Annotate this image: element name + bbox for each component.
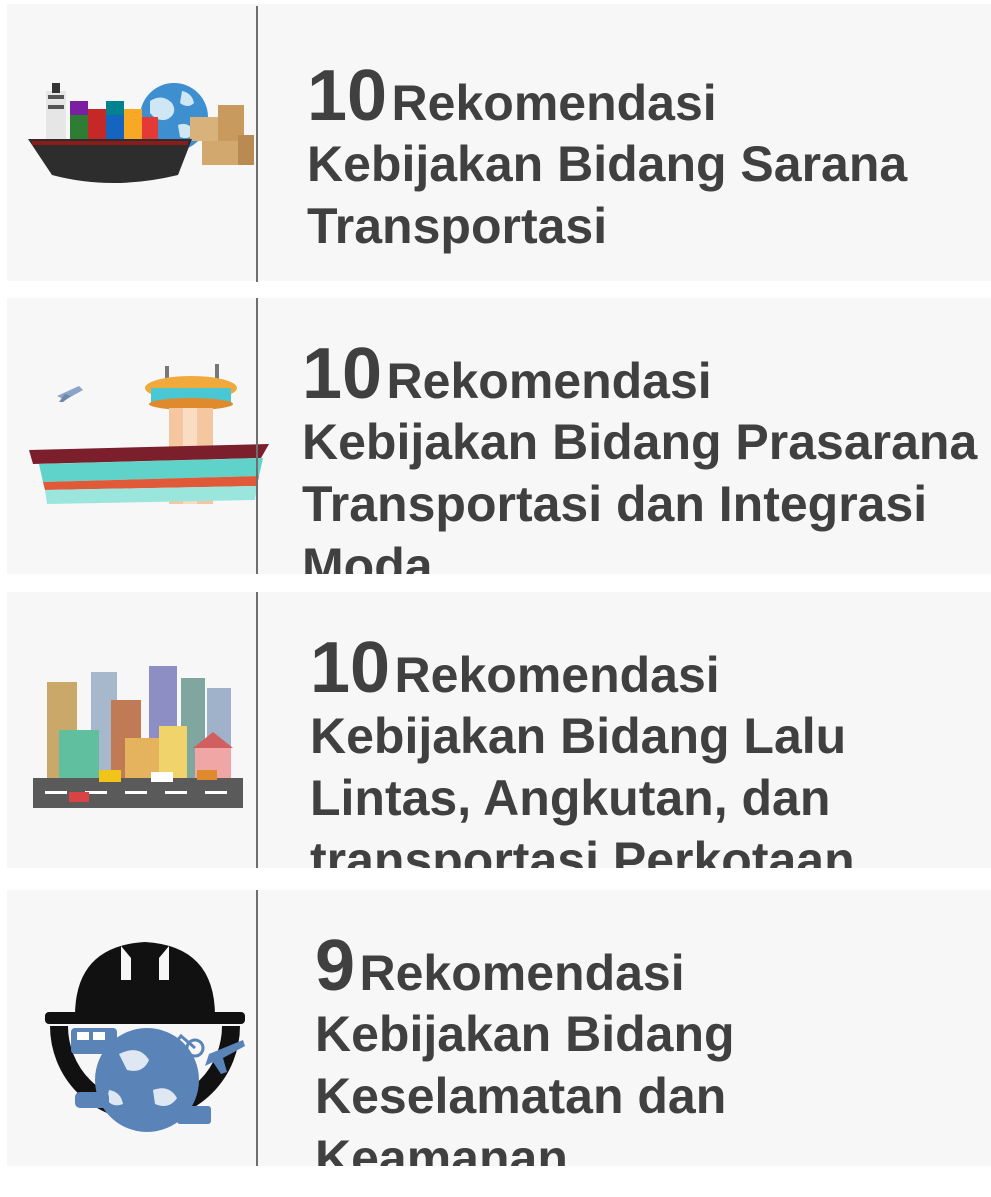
recommendation-count: 10	[310, 628, 391, 708]
divider-line	[256, 6, 258, 282]
card-lalu-lintas-angkutan: 10 Rekomendasi Kebijakan Bidang Lalu Lin…	[7, 592, 991, 868]
divider-line	[256, 592, 258, 868]
policy-field: Kebijakan Bidang Keselamatan dan Keamana…	[315, 1006, 735, 1166]
cargo-ship-globe-icon	[28, 83, 254, 183]
recommendation-label: Rekomendasi	[386, 353, 712, 409]
policy-field: Kebijakan Bidang Sarana Transportasi	[307, 136, 908, 254]
card-title: 9 Rekomendasi Kebijakan Bidang Keselamat…	[315, 930, 975, 1166]
recommendation-count: 9	[315, 926, 356, 1006]
safety-helmet-globe-icon	[45, 942, 245, 1132]
divider-line	[256, 298, 258, 574]
recommendation-label: Rekomendasi	[394, 647, 720, 703]
card-title: 10 Rekomendasi Kebijakan Bidang Sarana T…	[307, 60, 987, 257]
card-prasarana-transportasi: 10 Rekomendasi Kebijakan Bidang Prasaran…	[7, 298, 991, 574]
recommendation-label: Rekomendasi	[359, 945, 685, 1001]
divider-line	[256, 890, 258, 1166]
card-title: 10 Rekomendasi Kebijakan Bidang Prasaran…	[302, 338, 982, 574]
city-traffic-icon	[33, 666, 243, 808]
card-keselamatan-keamanan: 9 Rekomendasi Kebijakan Bidang Keselamat…	[7, 890, 991, 1166]
recommendation-label: Rekomendasi	[391, 75, 717, 131]
policy-field: Kebijakan Bidang Prasarana Transportasi …	[302, 414, 978, 574]
airport-terminal-icon	[29, 364, 269, 504]
card-sarana-transportasi: 10 Rekomendasi Kebijakan Bidang Sarana T…	[7, 4, 991, 281]
policy-field: Kebijakan Bidang Lalu Lintas, Angkutan, …	[310, 708, 855, 868]
recommendation-count: 10	[307, 56, 388, 136]
recommendation-count: 10	[302, 334, 383, 414]
card-title: 10 Rekomendasi Kebijakan Bidang Lalu Lin…	[310, 632, 980, 868]
